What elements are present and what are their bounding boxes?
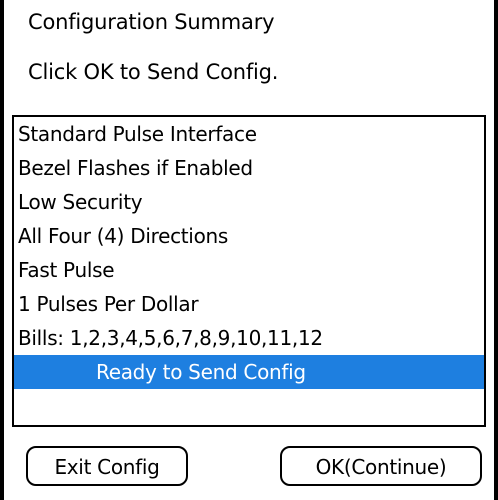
list-item-security[interactable]: Low Security — [14, 185, 484, 219]
ok-continue-button[interactable]: OK(Continue) — [280, 446, 482, 486]
exit-config-button[interactable]: Exit Config — [26, 446, 188, 486]
config-summary-list[interactable]: Standard Pulse Interface Bezel Flashes i… — [12, 115, 486, 427]
list-item-pulse-interface[interactable]: Standard Pulse Interface — [14, 117, 484, 151]
page-title: Configuration Summary — [28, 10, 275, 34]
list-item-pulses-per-dollar[interactable]: 1 Pulses Per Dollar — [14, 287, 484, 321]
list-item-ready-status[interactable]: Ready to Send Config — [14, 355, 484, 389]
list-item-pulse-speed[interactable]: Fast Pulse — [14, 253, 484, 287]
list-item-bezel-flash[interactable]: Bezel Flashes if Enabled — [14, 151, 484, 185]
config-summary-screen: Configuration Summary Click OK to Send C… — [0, 0, 498, 500]
instruction-text: Click OK to Send Config. — [28, 60, 279, 84]
list-item-directions[interactable]: All Four (4) Directions — [14, 219, 484, 253]
list-item-bills[interactable]: Bills: 1,2,3,4,5,6,7,8,9,10,11,12 — [14, 321, 484, 355]
